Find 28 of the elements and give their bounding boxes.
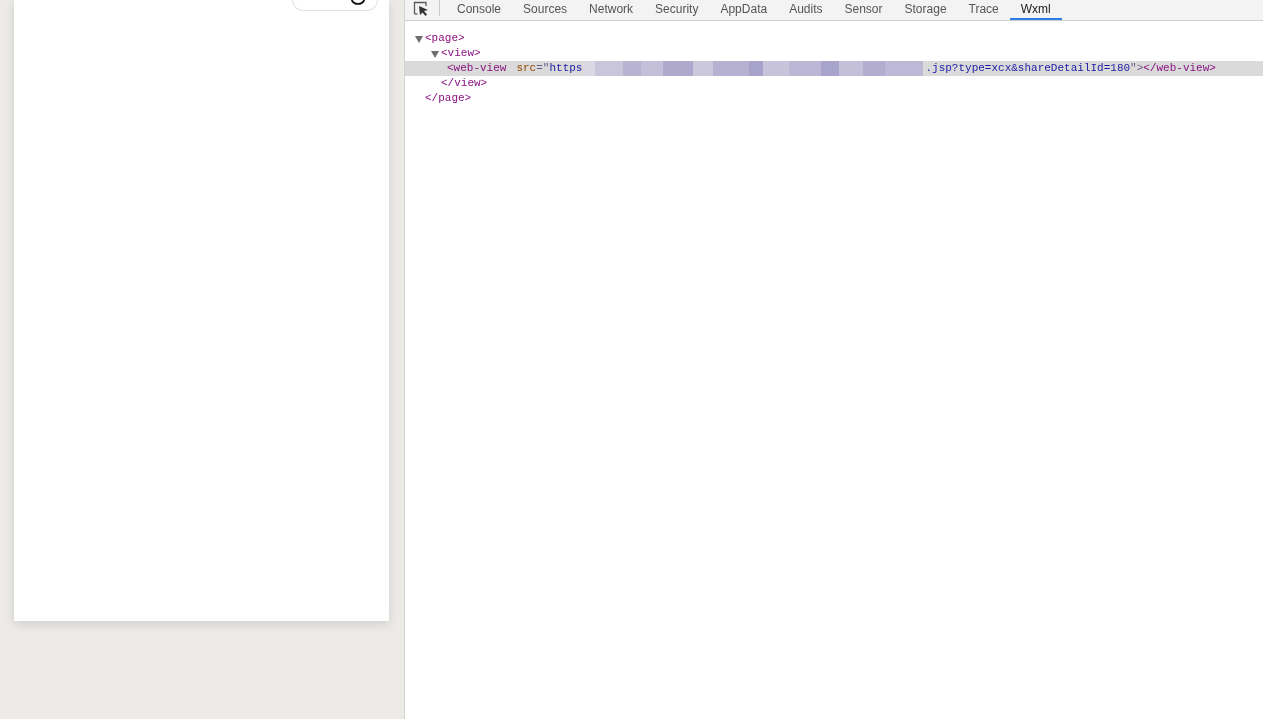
triangle-icon[interactable] (431, 49, 439, 58)
tag-text: </page> (425, 91, 472, 106)
tag-text: </web-view> (1143, 61, 1216, 76)
tree-row[interactable]: <page> (405, 31, 1263, 46)
attribute-value: https (549, 61, 583, 76)
triangle-icon[interactable] (415, 34, 423, 43)
tag-text: <page> (425, 31, 465, 46)
ring-icon (350, 0, 366, 5)
tab[interactable]: Storage (893, 0, 958, 20)
tag-text: </view> (441, 76, 488, 91)
tag-text: <view> (441, 46, 481, 61)
tab[interactable]: Audits (778, 0, 834, 20)
punctuation-text: =" (536, 61, 550, 76)
cursor-in-box-icon[interactable] (413, 1, 430, 16)
tab[interactable]: Sources (512, 0, 579, 20)
tab[interactable]: AppData (709, 0, 779, 20)
tree-row[interactable]: <view> (405, 46, 1263, 61)
tab[interactable]: Wxml (1009, 0, 1062, 20)
attribute-value: .jsp?type=xcx&shareDetailId=180 (925, 61, 1131, 76)
attribute-name: src (516, 61, 537, 76)
tab[interactable]: Security (644, 0, 710, 20)
tab[interactable]: Sensor (833, 0, 894, 20)
tag-text: <web-view (447, 61, 507, 76)
tab[interactable]: Network (578, 0, 645, 20)
punctuation-text: "> (1130, 61, 1144, 76)
tab[interactable]: Console (446, 0, 513, 20)
tree-row[interactable]: <web-view src="https .jsp?type=xcx&shareDetailId=180"></web-view> (405, 61, 1263, 76)
tab[interactable]: Trace (957, 0, 1010, 20)
